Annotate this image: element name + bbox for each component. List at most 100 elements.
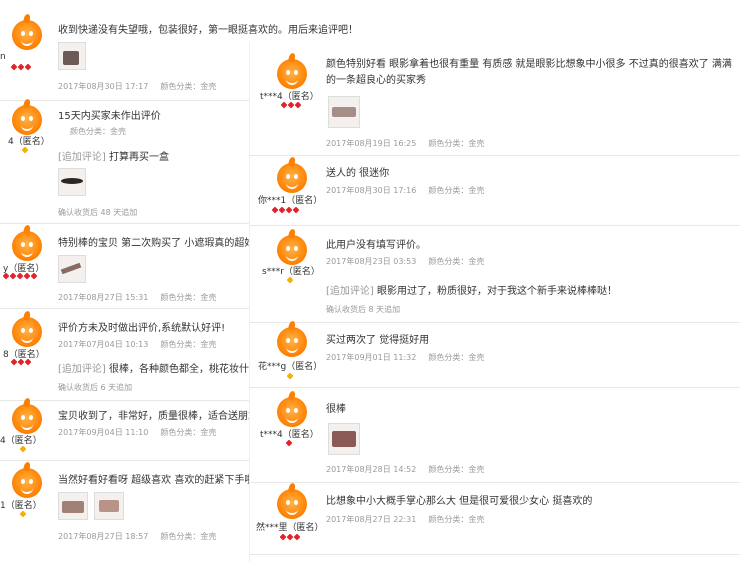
review-item: t***4（匿名） 很棒 2017年08月28日 14:52 颜色分类：金壳 bbox=[250, 387, 740, 475]
reviewer-name[interactable]: 4（匿名） bbox=[8, 134, 50, 147]
diamond-icon bbox=[286, 276, 294, 284]
review-spec: 颜色分类：金壳 bbox=[160, 532, 217, 541]
review-meta: 2017年08月27日 18:57 颜色分类：金壳 bbox=[58, 531, 216, 542]
diamond-icon bbox=[10, 358, 18, 366]
appended-review-text: 很棒，各种颜色都全，桃花妆什么的 bbox=[109, 364, 269, 375]
user-avatar[interactable] bbox=[12, 224, 42, 261]
reviewer-name[interactable]: s***r（匿名） bbox=[262, 264, 320, 277]
diamond-icon bbox=[24, 63, 32, 71]
diamond-icon bbox=[19, 445, 27, 453]
review-meta: 2017年08月27日 15:31 颜色分类：金壳 bbox=[58, 292, 216, 303]
user-avatar[interactable] bbox=[277, 390, 307, 427]
review-meta: 2017年08月19日 16:25 颜色分类：金壳 bbox=[326, 138, 484, 149]
review-text: 特别棒的宝贝 第二次购买了 小遮瑕真的超好用 bbox=[58, 238, 265, 249]
diamond-icon bbox=[17, 63, 25, 71]
user-avatar[interactable] bbox=[277, 482, 307, 519]
review-spec: 颜色分类：金壳 bbox=[160, 428, 217, 437]
user-avatar[interactable] bbox=[12, 98, 42, 135]
diamond-icon bbox=[285, 439, 293, 447]
reviewer-level-badge bbox=[280, 101, 302, 109]
appended-review: [追加评论] 很棒，各种颜色都全，桃花妆什么的 bbox=[58, 360, 269, 375]
review-text: 评价方未及时做出评价,系统默认好评! bbox=[58, 323, 226, 334]
reviewer-level-badge bbox=[286, 372, 294, 380]
review-photo-thumbnail[interactable] bbox=[58, 168, 86, 196]
review-spec: 颜色分类：金壳 bbox=[428, 465, 485, 474]
reviewer-name[interactable]: 4（匿名） bbox=[0, 433, 42, 446]
review-date: 2017年09月04日 11:10 bbox=[58, 428, 149, 437]
reviewer-level-badge bbox=[10, 358, 32, 366]
review-item: s***r（匿名） 此用户没有填写评价。 2017年08月23日 03:53 颜色… bbox=[250, 225, 740, 322]
review-meta: 2017年09月04日 11:10 颜色分类：金壳 bbox=[58, 427, 216, 438]
review-date: 2017年07月04日 10:13 bbox=[58, 340, 149, 349]
review-text: 很棒 bbox=[326, 404, 346, 415]
diamond-icon bbox=[2, 272, 10, 280]
user-avatar[interactable] bbox=[12, 461, 42, 498]
reviewer-level-badge bbox=[19, 510, 27, 518]
review-spec: 颜色分类：金壳 bbox=[428, 353, 485, 362]
review-text: 送人的 很迷你 bbox=[326, 168, 390, 179]
appended-review-time: 确认收货后 48 天追加 bbox=[58, 208, 138, 217]
review-photo-thumbnail[interactable] bbox=[58, 255, 86, 283]
review-text: 颜色特别好看 眼影拿着也很有重量 有质感 就是眼影比想象中小很多 不过真的很喜欢… bbox=[326, 59, 732, 86]
user-avatar[interactable] bbox=[277, 52, 307, 89]
reviewer-level-badge bbox=[19, 445, 27, 453]
reviewer-name[interactable]: t***4（匿名） bbox=[260, 89, 319, 102]
review-date: 2017年08月19日 16:25 bbox=[326, 139, 417, 148]
reviewer-name[interactable]: 你***1（匿名） bbox=[258, 193, 322, 206]
review-item: y（匿名） 特别棒的宝贝 第二次购买了 小遮瑕真的超好用 2017年08月27日… bbox=[0, 223, 264, 308]
diamond-icon bbox=[294, 101, 302, 109]
reviewer-level-badge bbox=[279, 533, 301, 541]
reviewer-name[interactable]: 1（匿名） bbox=[0, 498, 42, 511]
review-spec: 颜色分类：金壳 bbox=[160, 82, 217, 91]
review-photo-thumbnail[interactable] bbox=[58, 492, 88, 520]
review-date: 2017年09月01日 11:32 bbox=[326, 353, 417, 362]
review-item: 然***里（匿名） 比想象中小大概手掌心那么大 但是很可爱很少女心 挺喜欢的 2… bbox=[250, 482, 740, 557]
appended-review-tag: [追加评论] bbox=[326, 286, 374, 297]
review-spec: 颜色分类：金壳 bbox=[428, 186, 485, 195]
review-item: 花***g（匿名） 买过两次了 觉得挺好用 2017年09月01日 11:32 颜… bbox=[250, 320, 740, 387]
diamond-icon bbox=[287, 101, 295, 109]
review-item: 4（匿名） 15天内买家未作出评价 颜色分类：金壳 [追加评论] 打算再买一盒 … bbox=[0, 98, 250, 223]
diamond-icon bbox=[17, 358, 25, 366]
reviewer-level-badge bbox=[2, 272, 38, 280]
reviewer-level-badge bbox=[21, 146, 29, 154]
review-item: n 收到快递没有失望哦，包装很好，第一眼挺喜欢的。用后来追评吧！ 2017年08… bbox=[0, 0, 358, 103]
user-avatar[interactable] bbox=[277, 320, 307, 357]
review-photo-thumbnail[interactable] bbox=[58, 42, 86, 70]
user-avatar[interactable] bbox=[12, 310, 42, 347]
review-photo-thumbnail[interactable] bbox=[328, 96, 360, 128]
reviewer-level-badge bbox=[10, 63, 32, 71]
reviewer-name[interactable]: 花***g（匿名） bbox=[258, 359, 322, 372]
review-date: 2017年08月30日 17:17 bbox=[58, 82, 149, 91]
appended-review-time: 确认收货后 8 天追加 bbox=[326, 305, 401, 314]
diamond-icon bbox=[286, 533, 294, 541]
right-review-panel: t***4（匿名） 颜色特别好看 眼影拿着也很有重量 有质感 就是眼影比想象中小… bbox=[250, 42, 740, 562]
reviewer-name[interactable]: 然***里（匿名） bbox=[256, 520, 324, 533]
user-avatar[interactable] bbox=[277, 228, 307, 265]
review-meta: 2017年08月30日 17:16 颜色分类：金壳 bbox=[326, 185, 484, 196]
user-avatar[interactable] bbox=[12, 13, 42, 50]
appended-review-text: 眼影用过了，粉质很好，对于我这个新手来说棒棒哒！ bbox=[377, 286, 617, 297]
reviewer-name[interactable]: n bbox=[0, 52, 6, 62]
diamond-icon bbox=[21, 146, 29, 154]
diamond-icon bbox=[16, 272, 24, 280]
appended-review: [追加评论] 眼影用过了，粉质很好，对于我这个新手来说棒棒哒！ bbox=[326, 282, 617, 297]
reviewer-name[interactable]: t***4（匿名） bbox=[260, 427, 319, 440]
appended-review-tag: [追加评论] bbox=[58, 364, 106, 375]
diamond-icon bbox=[279, 533, 287, 541]
review-spec: 颜色分类：金壳 bbox=[428, 139, 485, 148]
diamond-icon bbox=[10, 63, 18, 71]
diamond-icon bbox=[293, 533, 301, 541]
diamond-icon bbox=[280, 101, 288, 109]
reviewer-level-badge bbox=[271, 206, 300, 214]
review-photo-thumbnail[interactable] bbox=[94, 492, 124, 520]
review-date: 2017年08月30日 17:16 bbox=[326, 186, 417, 195]
user-avatar[interactable] bbox=[12, 397, 42, 434]
diamond-icon bbox=[30, 272, 38, 280]
review-text: 当然好看好看呀 超级喜欢 喜欢的赶紧下手啦 bbox=[58, 475, 255, 486]
divider bbox=[250, 554, 740, 555]
diamond-icon bbox=[285, 206, 293, 214]
left-review-panel: n 收到快递没有失望哦，包装很好，第一眼挺喜欢的。用后来追评吧！ 2017年08… bbox=[0, 0, 358, 587]
review-photo-thumbnail[interactable] bbox=[328, 423, 360, 455]
user-avatar[interactable] bbox=[277, 156, 307, 193]
